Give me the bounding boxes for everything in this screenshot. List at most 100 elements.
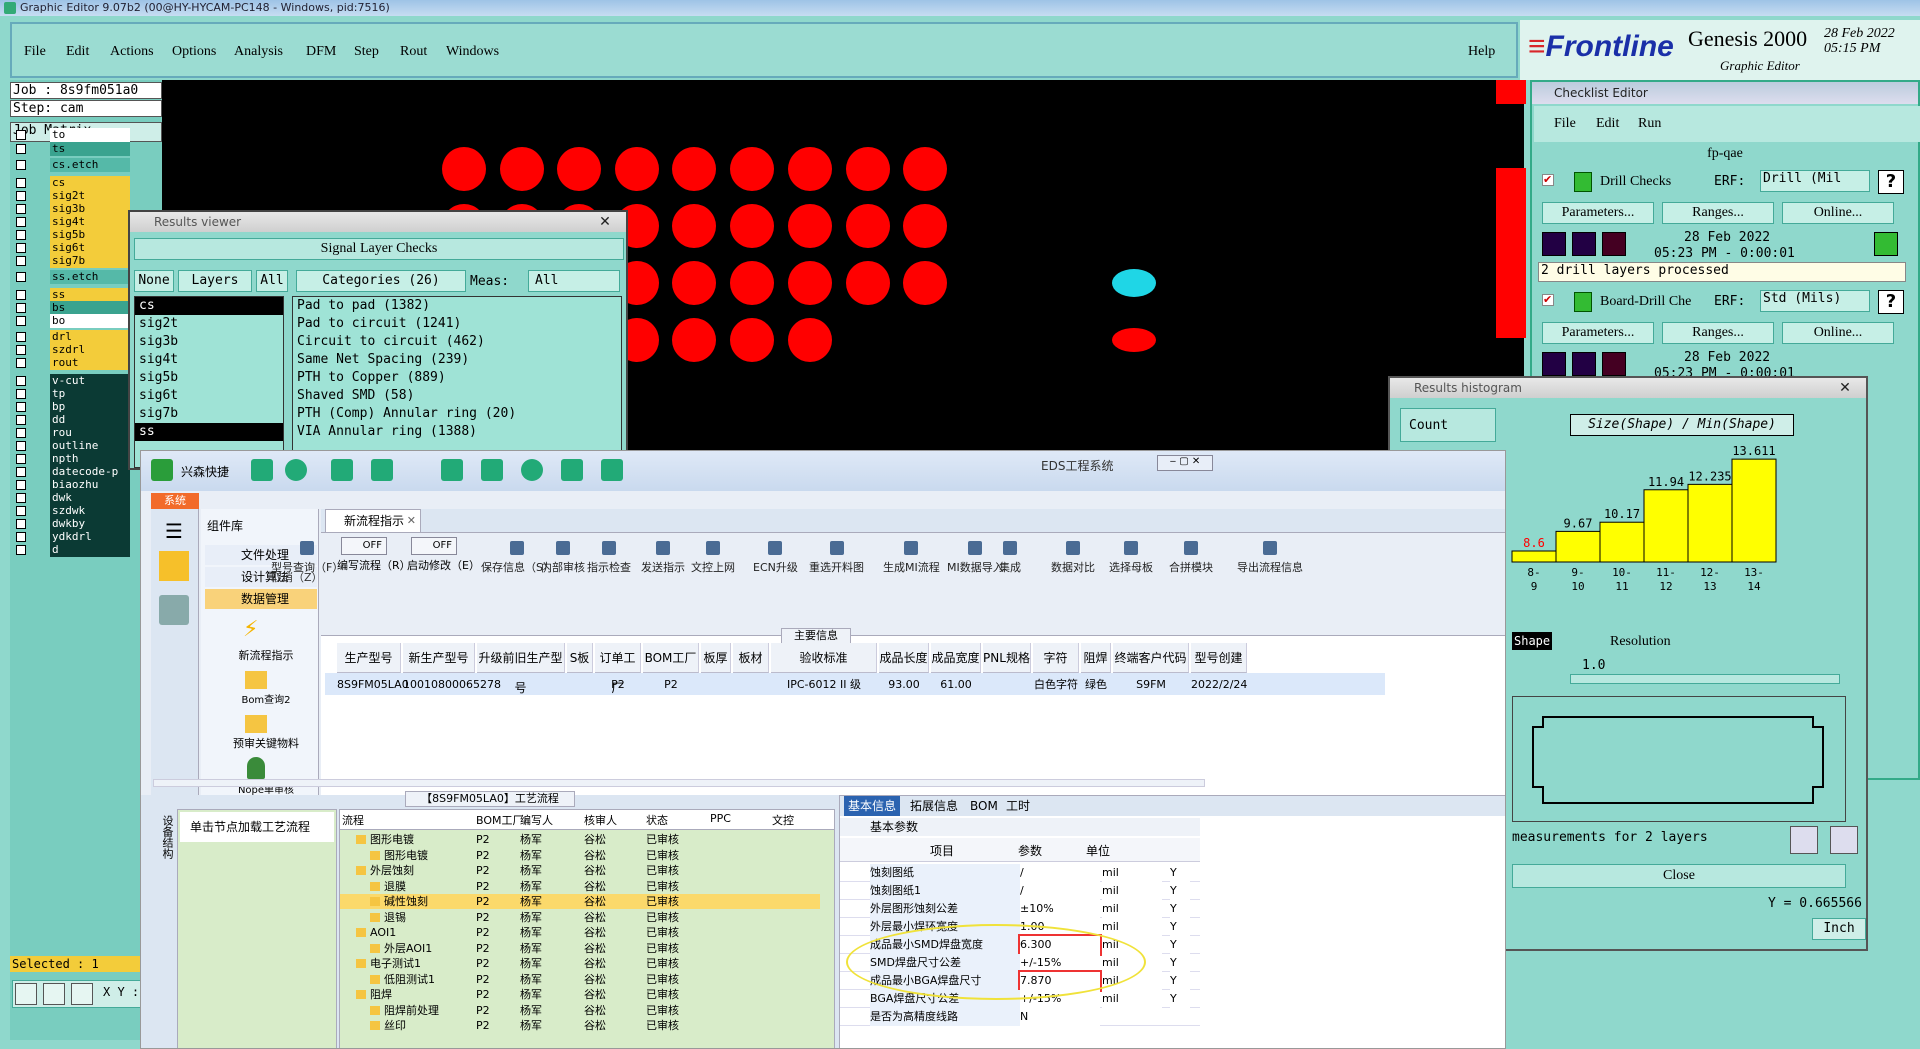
prop-row[interactable]: 蚀刻图纸1/mil Y [840, 882, 1200, 900]
layer-name[interactable]: outline [50, 439, 130, 453]
category-list-item[interactable]: Pad to circuit (1241) [293, 315, 621, 333]
monitor-icon[interactable] [601, 459, 623, 481]
histogram-bar[interactable] [1511, 550, 1557, 563]
layer-checkbox[interactable] [16, 217, 26, 227]
layer-row[interactable]: v-cut [14, 374, 132, 388]
layer-name[interactable]: sig5b [50, 228, 130, 242]
lightning-icon[interactable]: ⚡ [243, 617, 258, 642]
layer-name[interactable]: sig3b [50, 202, 130, 216]
histogram-bar[interactable] [1687, 483, 1733, 563]
grid-cell[interactable]: 白色字符 [1033, 675, 1079, 695]
prop-tab[interactable]: BOM [966, 796, 1002, 816]
grid-header[interactable]: 型号创建 [1191, 643, 1247, 673]
grid-header[interactable]: PNL规格 [983, 643, 1031, 673]
flow-row[interactable]: 图形电镀 P2 杨军 谷松 已审核 [340, 848, 820, 863]
layer-row[interactable]: bs [14, 301, 132, 315]
window-controls-icon[interactable]: ‒ ▢ ✕ [1157, 455, 1213, 471]
count-button[interactable]: Count [1400, 408, 1496, 442]
layer-name[interactable]: szdrl [50, 343, 130, 357]
grid-cell[interactable] [983, 675, 1031, 695]
flow-row[interactable]: AOI1 P2 杨军 谷松 已审核 [340, 925, 820, 940]
device-tab[interactable]: 设备结构 [153, 809, 175, 1048]
layer-name[interactable]: szdwk [50, 504, 130, 518]
help-icon[interactable]: ? [1878, 290, 1904, 314]
menu-icon[interactable]: ☰ [165, 519, 183, 543]
toggle-switch[interactable]: OFF [341, 537, 387, 555]
toolbar-button[interactable]: 文控上网 [691, 541, 735, 575]
grid-header[interactable]: 升级前旧生产型号 [477, 643, 565, 695]
grid-header[interactable]: BOM工厂 [643, 643, 699, 673]
snap-icon[interactable] [71, 983, 93, 1005]
close-button[interactable]: Close [1512, 864, 1846, 888]
grid-cell[interactable]: 93.00 [879, 675, 929, 695]
scissors-icon[interactable] [371, 459, 393, 481]
cl-menu-file[interactable]: File [1554, 116, 1576, 132]
layer-checkbox[interactable] [16, 493, 26, 503]
close-icon[interactable]: ✕ [407, 510, 416, 532]
layer-name[interactable]: ts [50, 142, 130, 156]
toolbar-button[interactable]: 指示检查 [587, 541, 631, 575]
layer-row[interactable]: tp [14, 387, 132, 401]
layer-list-item[interactable]: ss [135, 423, 283, 441]
layer-checkbox[interactable] [16, 178, 26, 188]
highlighted-pad[interactable] [1112, 269, 1156, 297]
layer-checkbox[interactable] [16, 467, 26, 477]
grid-cell[interactable] [477, 675, 565, 695]
layer-row[interactable]: szdrl [14, 343, 132, 357]
close-icon[interactable]: ✕ [1828, 380, 1862, 396]
side-item-data[interactable]: 数据管理 [205, 589, 317, 609]
meas-select[interactable]: All [528, 270, 620, 292]
layer-row[interactable]: cs [14, 176, 132, 190]
layer-checkbox[interactable] [16, 290, 26, 300]
layer-row[interactable]: d [14, 543, 132, 557]
flow-row[interactable]: 图形电镀 P2 杨军 谷松 已审核 [340, 832, 820, 847]
layer-name[interactable]: cs [50, 176, 130, 190]
user-icon[interactable] [247, 757, 265, 779]
layer-row[interactable]: sig7b [14, 254, 132, 268]
layers-button[interactable]: Layers [178, 270, 252, 292]
menu-step[interactable]: Step [354, 44, 379, 60]
grid-cell[interactable] [567, 675, 593, 695]
layer-checkbox[interactable] [16, 532, 26, 542]
category-listbox[interactable]: Pad to pad (1382) Pad to circuit (1241) Ci… [292, 296, 622, 468]
layer-checkbox[interactable] [16, 415, 26, 425]
report-icon[interactable] [1790, 826, 1818, 854]
layer-row[interactable]: ts [14, 142, 132, 156]
prop-tab[interactable]: 拓展信息 [906, 796, 962, 816]
layer-checkbox[interactable] [16, 160, 26, 170]
layer-checkbox[interactable] [16, 441, 26, 451]
layer-row[interactable]: bp [14, 400, 132, 414]
check-enabled-icon[interactable]: ✔ [1542, 174, 1554, 186]
toolbar-button[interactable]: 内部审核 [541, 541, 585, 575]
layer-name[interactable]: dd [50, 413, 130, 427]
side-tab-system[interactable]: 系统 [151, 493, 199, 509]
prop-row[interactable]: 是否为高精度线路 N [840, 1008, 1200, 1026]
layer-name[interactable]: dwk [50, 491, 130, 505]
layer-checkbox[interactable] [16, 204, 26, 214]
layer-checkbox[interactable] [16, 519, 26, 529]
flow-row[interactable]: 退膜 P2 杨军 谷松 已审核 [340, 879, 820, 894]
layer-checkbox[interactable] [16, 243, 26, 253]
flow-hint[interactable]: 单击节点加载工艺流程 [180, 812, 334, 842]
layer-row[interactable]: sig6t [14, 241, 132, 255]
run-icon[interactable] [1542, 352, 1566, 376]
layer-list-item[interactable]: sig5b [135, 369, 283, 387]
stop-icon[interactable] [1602, 352, 1626, 376]
layer-row[interactable]: dwkby [14, 517, 132, 531]
erf-field[interactable]: Drill (Mil [1760, 170, 1870, 192]
grid-header[interactable]: 板厚 [701, 643, 731, 673]
flow-row[interactable]: 电子测试1 P2 杨军 谷松 已审核 [340, 956, 820, 971]
toolbar-button[interactable]: ECN升级 [753, 541, 798, 575]
folder-icon[interactable] [245, 715, 267, 733]
layer-list-item[interactable]: sig6t [135, 387, 283, 405]
layer-row[interactable]: sig4t [14, 215, 132, 229]
flow-row[interactable]: 低阻测试1 P2 杨军 谷松 已审核 [340, 972, 820, 987]
help-icon[interactable]: ? [1878, 170, 1904, 194]
category-list-item[interactable]: PTH to Copper (889) [293, 369, 621, 387]
grid-header[interactable]: 板材 [733, 643, 769, 673]
grid-cell[interactable]: 10010800065278 [403, 675, 501, 695]
grid-header[interactable]: 新生产型号 [403, 643, 475, 673]
menu-analysis[interactable]: Analysis [234, 44, 283, 60]
run-all-icon[interactable] [1572, 232, 1596, 256]
layers-none-button[interactable]: None [134, 270, 174, 292]
